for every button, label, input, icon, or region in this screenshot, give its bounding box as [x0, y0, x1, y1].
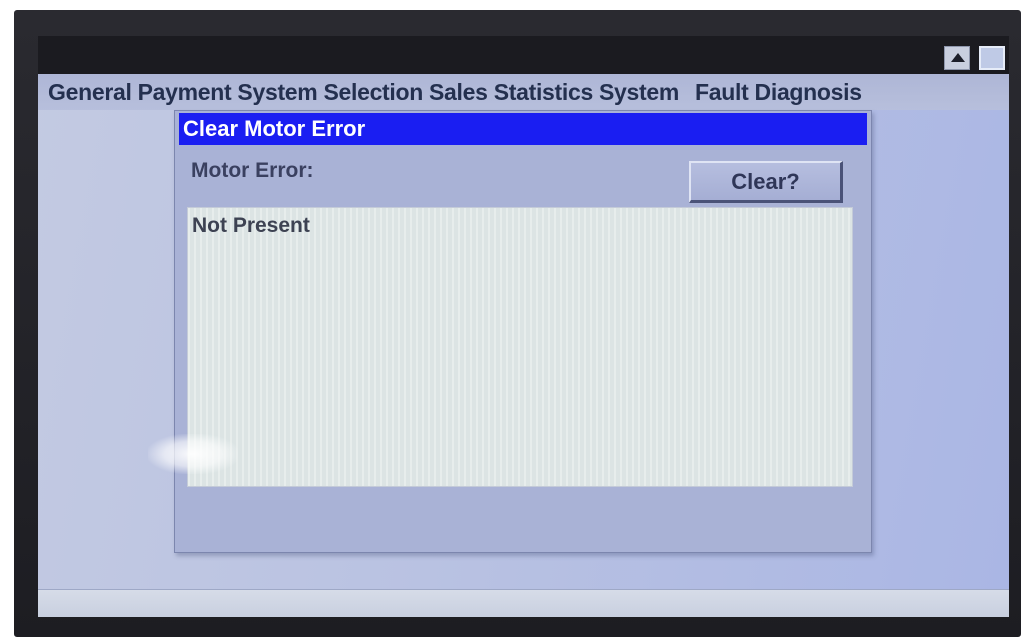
- menu-item-fault-diagnosis[interactable]: Fault Diagnosis: [692, 79, 865, 106]
- window-titlebar: [38, 36, 1009, 74]
- screen-glare: [148, 434, 238, 474]
- bottom-status-strip: [38, 589, 1009, 617]
- status-text: Not Present: [192, 214, 310, 237]
- menu-item-system[interactable]: System: [596, 79, 682, 106]
- dialog-title: Clear Motor Error: [179, 113, 867, 145]
- menu-item-general[interactable]: General: [38, 79, 135, 106]
- menu-item-selection[interactable]: Selection: [320, 79, 426, 106]
- menu-item-payment-system[interactable]: Payment System: [135, 79, 321, 106]
- status-output-area: Not Present: [187, 207, 853, 487]
- square-icon[interactable]: [979, 46, 1005, 70]
- triangle-up-icon[interactable]: [944, 46, 970, 70]
- motor-error-label: Motor Error:: [191, 159, 314, 182]
- screen: General Payment System Selection Sales S…: [38, 36, 1009, 617]
- menu-bar: General Payment System Selection Sales S…: [38, 74, 1009, 110]
- menu-item-sales-statistics[interactable]: Sales Statistics: [426, 79, 596, 106]
- clear-button[interactable]: Clear?: [689, 161, 843, 203]
- clear-motor-error-dialog: Clear Motor Error Motor Error: Clear? No…: [174, 110, 872, 553]
